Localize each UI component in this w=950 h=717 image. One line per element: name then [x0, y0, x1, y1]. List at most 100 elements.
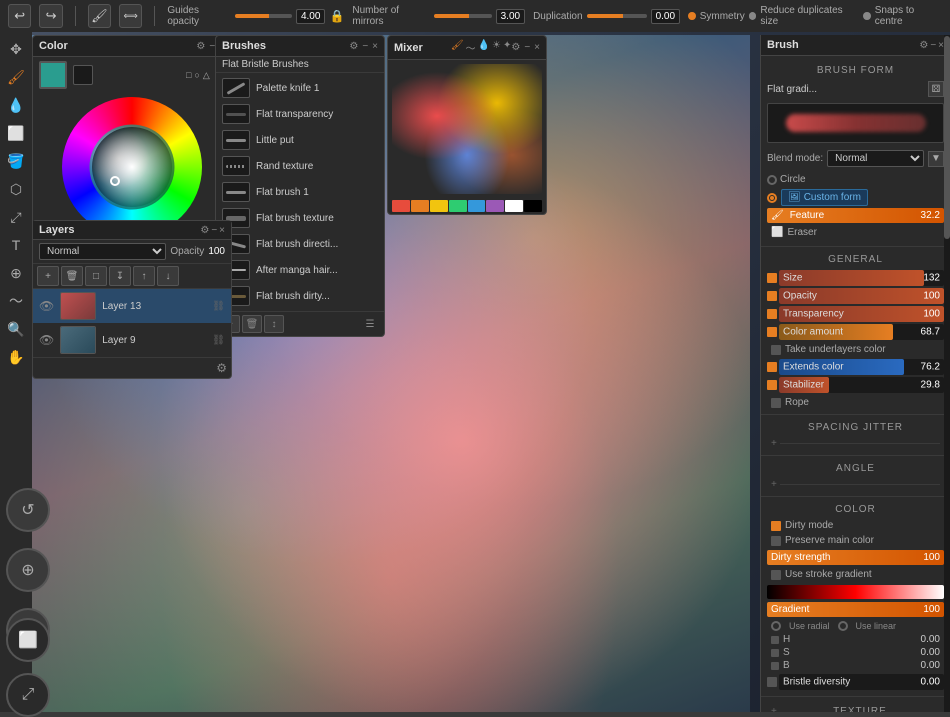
circle-radio[interactable] — [767, 175, 777, 185]
brush-item-8[interactable]: Flat brush dirty... — [218, 283, 382, 309]
use-radial-radio[interactable] — [771, 621, 781, 631]
color-wheel[interactable] — [62, 97, 202, 237]
duplication-slider[interactable] — [587, 14, 647, 18]
h-toggle[interactable] — [771, 636, 779, 644]
brushes-delete-btn[interactable]: 🗑 — [242, 315, 262, 333]
layer-group-btn[interactable]: □ — [85, 266, 107, 286]
s-value[interactable]: 0.00 — [921, 647, 940, 658]
spacing-plus-icon[interactable]: + — [771, 438, 777, 449]
layer-link-1[interactable]: ⛓ — [212, 335, 225, 346]
mirrors-slider[interactable] — [434, 14, 492, 18]
eraser-label[interactable]: Eraser — [787, 227, 816, 238]
duplication-value[interactable]: 0.00 — [651, 9, 680, 24]
eraser-circle-btn[interactable]: ⬜ — [6, 618, 50, 662]
blend-mode-select[interactable]: Normal Multiply Screen — [39, 243, 166, 260]
mixer-settings-icon[interactable]: ⚙ — [511, 42, 520, 53]
layer-eye-1[interactable]: 👁 — [39, 333, 54, 347]
transparency-toggle[interactable] — [767, 309, 777, 319]
guides-opacity-value[interactable]: 4.00 — [296, 9, 325, 24]
color-square-btn[interactable]: □ — [186, 70, 191, 81]
opacity-bar[interactable]: Opacity 100 — [779, 288, 944, 304]
clone-btn[interactable]: ⊕ — [3, 260, 29, 286]
swatch-purple[interactable] — [486, 200, 504, 212]
color-amount-bar[interactable]: Color amount 68.7 — [779, 324, 944, 340]
scrollbar-thumb[interactable] — [944, 36, 950, 239]
brushes-menu-btn[interactable]: ☰ — [360, 315, 380, 333]
size-bar[interactable]: Size 132 — [779, 270, 944, 286]
transform-btn[interactable]: ⤢ — [3, 204, 29, 230]
brush-item-7[interactable]: After manga hair... — [218, 257, 382, 283]
b-value[interactable]: 0.00 — [921, 660, 940, 671]
layers-settings-icon[interactable]: ⚙ — [200, 225, 209, 236]
color-settings-icon[interactable]: ⚙ — [196, 41, 205, 52]
swatch-green[interactable] — [449, 200, 467, 212]
brush-item-3[interactable]: Rand texture — [218, 153, 382, 179]
swatch-white[interactable] — [505, 200, 523, 212]
circle-option[interactable]: Circle — [767, 174, 806, 185]
layer-eye-0[interactable]: 👁 — [39, 299, 54, 313]
opacity-toggle[interactable] — [767, 291, 777, 301]
swatch-yellow[interactable] — [430, 200, 448, 212]
mixer-canvas[interactable] — [392, 64, 542, 194]
rope-toggle[interactable] — [771, 398, 781, 408]
hand-btn[interactable]: ✋ — [3, 344, 29, 370]
brush-panel-minimize-icon[interactable]: − — [930, 40, 936, 51]
brush-random-btn[interactable]: ⚄ — [928, 81, 944, 97]
eyedropper-btn[interactable]: 💧 — [3, 92, 29, 118]
layer-delete-btn[interactable]: 🗑 — [61, 266, 83, 286]
use-linear-radio[interactable] — [838, 621, 848, 631]
transparency-bar[interactable]: Transparency 100 — [779, 306, 944, 322]
extends-color-bar[interactable]: Extends color 76.2 — [779, 359, 944, 375]
h-value[interactable]: 0.00 — [921, 634, 940, 645]
preserve-main-toggle[interactable] — [771, 536, 781, 546]
take-underlayers-toggle[interactable] — [771, 345, 781, 355]
layer-link-0[interactable]: ⛓ — [212, 301, 225, 312]
brush-panel-settings-icon[interactable]: ⚙ — [919, 40, 928, 51]
undo-button[interactable]: ↩ — [8, 4, 31, 28]
redo-button[interactable]: ↪ — [39, 4, 62, 28]
angle-plus-icon[interactable]: + — [771, 479, 777, 490]
brush-item-2[interactable]: Little put — [218, 127, 382, 153]
layer-down-btn[interactable]: ↓ — [157, 266, 179, 286]
s-toggle[interactable] — [771, 649, 779, 657]
smudge-btn[interactable]: 〜 — [3, 288, 29, 314]
select-btn[interactable]: ⬡ — [3, 176, 29, 202]
mixer-wet-btn[interactable]: 💧 — [478, 40, 490, 55]
texture-plus-icon[interactable]: + — [771, 706, 777, 712]
fill-btn[interactable]: 🪣 — [3, 148, 29, 174]
mixer-paint-btn[interactable]: 🖌 — [451, 40, 464, 55]
mirrors-value[interactable]: 3.00 — [496, 9, 525, 24]
mixer-close-icon[interactable]: × — [534, 42, 540, 53]
layer-merge-btn[interactable]: ↧ — [109, 266, 131, 286]
stabilizer-toggle[interactable] — [767, 380, 777, 390]
guides-opacity-slider[interactable] — [235, 14, 292, 18]
brush-item-6[interactable]: Flat brush directi... — [218, 231, 382, 257]
swatch-blue[interactable] — [468, 200, 486, 212]
layer-item-1[interactable]: 👁 Layer 9 ⛓ — [33, 323, 231, 357]
brush-tool-btn[interactable]: 🖌 — [88, 4, 111, 28]
size-toggle[interactable] — [767, 273, 777, 283]
dirty-mode-toggle[interactable] — [771, 521, 781, 531]
brush-btn[interactable]: 🖌 — [3, 64, 29, 90]
layer-item-0[interactable]: 👁 Layer 13 ⛓ — [33, 289, 231, 323]
brushes-close-icon[interactable]: × — [372, 41, 378, 52]
background-color-swatch[interactable] — [73, 65, 93, 85]
bristle-diversity-bar[interactable]: Bristle diversity 0.00 — [779, 674, 944, 690]
text-btn[interactable]: T — [3, 232, 29, 258]
color-tri-btn[interactable]: △ — [203, 70, 210, 81]
mixer-dry-btn[interactable]: ☀ — [492, 40, 501, 55]
swatch-red[interactable] — [392, 200, 410, 212]
opacity-value[interactable]: 100 — [208, 246, 225, 257]
layer-up-btn[interactable]: ↑ — [133, 266, 155, 286]
b-toggle[interactable] — [771, 662, 779, 670]
custom-form-radio[interactable] — [767, 193, 777, 203]
brushes-settings-icon[interactable]: ⚙ — [349, 41, 358, 52]
gradient-row[interactable]: Gradient 100 — [767, 602, 944, 617]
custom-form-btn[interactable]: 🖼 Custom form — [781, 189, 868, 206]
mirror-tool-btn[interactable]: ⟺ — [119, 4, 142, 28]
rotate-canvas-btn[interactable]: ↺ — [6, 488, 50, 532]
resize-btn[interactable]: ⤢ — [6, 673, 50, 717]
crosshair-btn[interactable]: ⊕ — [6, 548, 50, 592]
bristle-diversity-toggle[interactable] — [767, 677, 777, 687]
brush-blend-select[interactable]: Normal Multiply — [827, 150, 924, 167]
